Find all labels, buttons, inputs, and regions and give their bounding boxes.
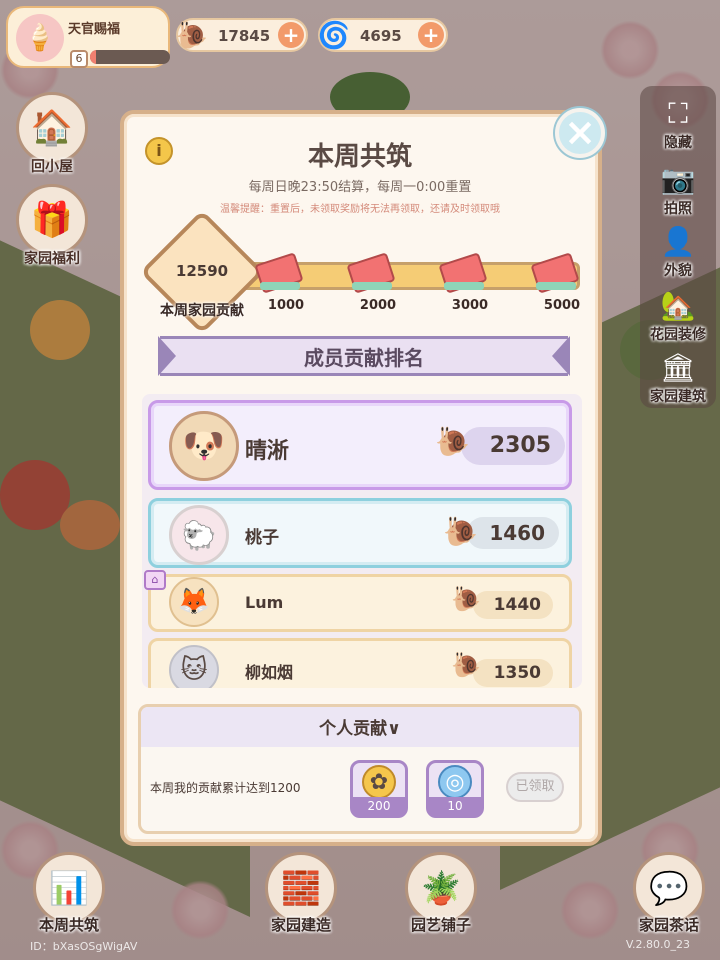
milestone-gift-icon[interactable] bbox=[530, 252, 580, 294]
blue-swirl-gem-icon: 🌀 bbox=[317, 21, 351, 51]
milestone-label: 5000 bbox=[543, 298, 581, 313]
player-card[interactable]: 🍦 天官赐福 6 bbox=[6, 6, 170, 68]
reward-quantity: 10 bbox=[429, 797, 481, 815]
milestone-gift-icon[interactable] bbox=[346, 252, 396, 294]
garden-building-label: 家园建筑 bbox=[650, 389, 706, 405]
member-score: 1460 bbox=[467, 517, 559, 549]
back-home-label: 回小屋 bbox=[31, 159, 73, 175]
milestone-gift-icon[interactable] bbox=[254, 252, 304, 294]
dialog-title: 本周共筑 bbox=[307, 142, 412, 172]
ice-cream-avatar-icon: 🍦 bbox=[16, 14, 64, 62]
exp-bar-fill bbox=[90, 50, 97, 64]
photo-button[interactable]: 📷 拍照 bbox=[640, 162, 716, 218]
currency-coins: 🐌 17845 + bbox=[176, 18, 308, 52]
appearance-label: 外貌 bbox=[664, 263, 692, 279]
member-name: 晴淅 bbox=[245, 439, 290, 464]
player-title: 天官赐福 bbox=[68, 22, 121, 37]
hide-ui-button[interactable]: ⛶ 隐藏 bbox=[640, 96, 716, 152]
photo-label: 拍照 bbox=[664, 201, 692, 217]
member-ranking-list[interactable]: 🐶 晴淅 2305 🐌 🐑 桃子 1460 🐌 🦊 Lum 1440 🐌 ⌂ 🐱… bbox=[142, 394, 582, 688]
dialog-subtitle: 每周日晚23:50结算，每周一0:00重置 bbox=[248, 180, 472, 195]
garden-shop-nav-button[interactable]: 🪴 园艺铺子 bbox=[396, 852, 486, 935]
snail-coin-icon: 🐌 bbox=[451, 585, 481, 613]
ranking-title: 成员贡献排名 bbox=[304, 346, 424, 370]
add-gems-button[interactable]: + bbox=[418, 22, 444, 48]
claimed-button[interactable]: 已领取 bbox=[506, 772, 564, 802]
gold-coin-icon: ✿ bbox=[362, 765, 396, 799]
member-score: 2305 bbox=[461, 427, 565, 465]
contribution-value: 12590 bbox=[175, 262, 229, 280]
contribution-label: 本周家园贡献 bbox=[160, 303, 244, 319]
add-coins-button[interactable]: + bbox=[278, 22, 304, 48]
personal-goal-text: 本周我的贡献累计达到1200 bbox=[150, 781, 301, 795]
garden-building-button[interactable]: 🏛 家园建筑 bbox=[640, 350, 716, 406]
reward-item[interactable]: ✿ 200 bbox=[350, 760, 408, 818]
version-label: V.2.80.0_23 bbox=[625, 938, 690, 951]
weekly-build-nav-button[interactable]: 📊 本周共筑 bbox=[24, 852, 114, 935]
home-owner-icon: ⌂ bbox=[144, 570, 166, 590]
garden-house-icon: 🏡 bbox=[660, 289, 696, 322]
garden-shop-nav-label: 园艺铺子 bbox=[410, 916, 471, 934]
avatar: 🦊 bbox=[169, 577, 219, 627]
close-icon[interactable]: × bbox=[555, 108, 605, 158]
snail-coin-icon: 🐌 bbox=[451, 651, 481, 679]
gem-value: 4695 bbox=[360, 27, 402, 45]
member-name: 柳如烟 bbox=[245, 663, 294, 682]
avatar-icon: 👤 bbox=[660, 225, 696, 258]
hide-ui-label: 隐藏 bbox=[664, 135, 692, 151]
appearance-button[interactable]: 👤 外貌 bbox=[640, 224, 716, 280]
list-item[interactable]: 🦊 Lum 1440 🐌 bbox=[148, 574, 572, 632]
milestone-gift-icon[interactable] bbox=[438, 252, 488, 294]
garden-chat-nav-button[interactable]: 💬 家园茶话 bbox=[624, 852, 714, 935]
garden-chat-nav-label: 家园茶话 bbox=[638, 916, 699, 934]
reward-quantity: 200 bbox=[353, 797, 405, 815]
avatar: 🐑 bbox=[169, 505, 229, 565]
back-home-button[interactable]: 🏠 回小屋 bbox=[12, 92, 92, 176]
weekly-build-nav-label: 本周共筑 bbox=[38, 916, 99, 934]
garden-decor-label: 花园装修 bbox=[650, 327, 706, 343]
garden-welfare-button[interactable]: 🎁 家园福利 bbox=[12, 184, 92, 268]
garden-build-nav-label: 家园建造 bbox=[270, 916, 331, 934]
list-item[interactable]: 🐑 桃子 1460 🐌 bbox=[148, 498, 572, 568]
snail-coin-icon: 🐌 bbox=[435, 425, 470, 458]
garden-build-nav-button[interactable]: 🧱 家园建造 bbox=[256, 852, 346, 935]
snail-coin-icon: 🐌 bbox=[443, 515, 478, 548]
member-score: 1440 bbox=[473, 591, 553, 619]
list-item[interactable]: 🐶 晴淅 2305 🐌 bbox=[148, 400, 572, 490]
exp-bar bbox=[90, 50, 170, 64]
coin-value: 17845 bbox=[218, 27, 271, 45]
currency-gems: 🌀 4695 + bbox=[318, 18, 448, 52]
milestone-label: 1000 bbox=[267, 298, 305, 313]
blue-swirl-gem-icon: ◎ bbox=[438, 765, 472, 799]
gift-icon: 🎁 bbox=[16, 184, 88, 256]
milestone-label: 3000 bbox=[451, 298, 489, 313]
dialog-reminder: 温馨提醒：重置后，未领取奖励将无法再领取，还请及时领取哦 bbox=[220, 204, 500, 215]
member-name: Lum bbox=[245, 593, 284, 612]
reward-item[interactable]: ◎ 10 bbox=[426, 760, 484, 818]
house-icon: 🏠 bbox=[16, 92, 88, 164]
member-score: 1350 bbox=[473, 659, 553, 687]
avatar: 🐶 bbox=[169, 411, 239, 481]
list-item[interactable]: 🐱 柳如烟 1350 🐌 bbox=[148, 638, 572, 688]
member-name: 桃子 bbox=[245, 528, 279, 548]
snail-coin-icon: 🐌 bbox=[175, 21, 209, 51]
info-icon[interactable]: i bbox=[145, 137, 173, 165]
level-badge: 6 bbox=[70, 50, 88, 68]
avatar: 🐱 bbox=[169, 645, 219, 688]
building-icon: 🏛 bbox=[660, 351, 696, 384]
personal-contribution-toggle[interactable]: 个人贡献∨ bbox=[138, 714, 582, 739]
hide-frame-icon: ⛶ bbox=[668, 97, 688, 130]
milestone-label: 2000 bbox=[359, 298, 397, 313]
player-id: ID：bXasOSgWigAV bbox=[30, 940, 138, 953]
camera-icon: 📷 bbox=[660, 163, 696, 196]
garden-decor-button[interactable]: 🏡 花园装修 bbox=[640, 288, 716, 344]
garden-welfare-label: 家园福利 bbox=[24, 251, 80, 267]
